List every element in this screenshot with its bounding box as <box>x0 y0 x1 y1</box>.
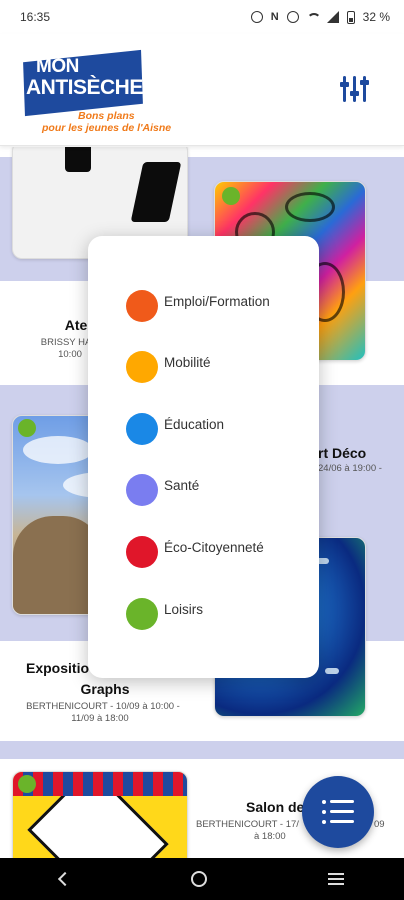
event-title-line2[interactable]: Graphs <box>70 681 140 697</box>
category-dot-mobilite <box>126 351 158 383</box>
status-icons: N 32 % <box>250 10 390 24</box>
event-title[interactable]: rt Déco <box>318 445 368 461</box>
event-location-time: BERTHENICOURT - 17/ <box>196 819 299 830</box>
category-label: Éco-Citoyenneté <box>164 539 264 555</box>
signal-icon <box>326 11 339 23</box>
event-time: 11/09 à 18:00 <box>71 713 129 724</box>
category-dot-eco <box>126 536 158 568</box>
category-label: Loisirs <box>164 601 204 617</box>
event-image-pop-art[interactable] <box>12 771 188 858</box>
event-time: à 18:00 <box>254 831 286 842</box>
status-bar: 16:35 N 32 % <box>0 0 404 34</box>
event-location-time-end: 09 <box>374 819 385 830</box>
category-dot-loisirs <box>18 775 36 793</box>
category-label: Emploi/Formation <box>164 293 270 309</box>
category-dot-emploi <box>126 290 158 322</box>
category-dot-education <box>126 413 158 445</box>
logo-line2: ANTISÈCHE <box>26 76 143 99</box>
battery-icon <box>346 10 355 24</box>
nfc-icon: N <box>270 11 279 23</box>
list-view-button[interactable] <box>302 776 374 848</box>
category-label: Santé <box>164 477 200 493</box>
category-label: Éducation <box>164 416 225 432</box>
logo-line1: MON <box>36 56 79 77</box>
event-time: 24/06 à 19:00 - <box>318 463 382 474</box>
category-label: Mobilité <box>164 354 211 370</box>
category-eco-citoyennete[interactable]: Éco-Citoyenneté <box>126 532 264 572</box>
category-loisirs[interactable]: Loisirs <box>126 594 203 634</box>
home-icon[interactable] <box>190 871 207 887</box>
recent-apps-icon[interactable] <box>327 873 344 885</box>
category-dot-loisirs <box>126 598 158 630</box>
sliders-icon[interactable] <box>340 74 370 104</box>
app-logo[interactable]: MON ANTISÈCHE Bons plans pour les jeunes… <box>20 49 180 134</box>
mute-icon <box>286 11 299 23</box>
event-location-time: BERTHENICOURT - 10/09 à 10:00 - <box>26 701 180 712</box>
alarm-icon <box>250 11 263 23</box>
battery-level: 32 % <box>362 10 390 24</box>
category-dot-loisirs <box>222 187 240 205</box>
category-mobilite[interactable]: Mobilité <box>126 347 211 387</box>
event-title[interactable]: Expositio <box>26 660 96 676</box>
event-time: 10:00 <box>58 349 82 360</box>
back-icon[interactable] <box>58 871 73 887</box>
logo-tagline1: Bons plans <box>78 110 135 122</box>
category-sante[interactable]: Santé <box>126 470 199 510</box>
category-dot-loisirs <box>18 419 36 437</box>
category-legend-popup: Emploi/Formation Mobilité Éducation Sant… <box>88 236 319 678</box>
category-education[interactable]: Éducation <box>126 409 224 449</box>
category-emploi-formation[interactable]: Emploi/Formation <box>126 286 270 326</box>
system-nav-bar <box>0 858 404 900</box>
wifi-icon <box>306 11 321 23</box>
logo-tagline2: pour les jeunes de l'Aisne <box>42 122 172 134</box>
category-dot-sante <box>126 474 158 506</box>
app-header: MON ANTISÈCHE Bons plans pour les jeunes… <box>0 34 404 146</box>
status-time: 16:35 <box>20 10 51 24</box>
